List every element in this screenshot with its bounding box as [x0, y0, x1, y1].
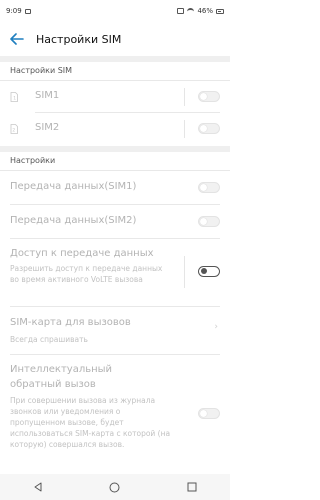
sim2-toggle[interactable] [198, 123, 220, 134]
sim-card-icon: 2 [10, 124, 18, 134]
battery-percent: 46% [197, 7, 213, 15]
navigation-bar [0, 474, 230, 500]
sim2-row[interactable]: 2 SIM2 [0, 114, 230, 144]
row-separator [184, 256, 185, 288]
sim1-toggle[interactable] [198, 91, 220, 102]
data-access-label: Доступ к передаче данных [10, 248, 154, 259]
data-sim1-row[interactable]: Передача данных(SIM1) [0, 172, 230, 204]
divider [10, 238, 220, 239]
data-access-row[interactable]: Доступ к передаче данных Разрешить досту… [0, 240, 230, 304]
wifi-icon [187, 8, 195, 14]
data-access-description: Разрешить доступ к передаче данных во вр… [10, 264, 163, 284]
row-separator [184, 120, 185, 138]
status-bar-left: 9:09 [6, 7, 31, 15]
data-sim1-label: Передача данных(SIM1) [10, 181, 137, 192]
call-sim-label: SIM-карта для вызовов [10, 317, 131, 328]
data-sim2-row[interactable]: Передача данных(SIM2) [0, 206, 230, 238]
smart-callback-row[interactable]: Интеллектуальный обратный вызов При сове… [0, 356, 230, 472]
svg-text:2: 2 [12, 128, 15, 134]
nav-home-button[interactable] [100, 474, 130, 500]
sim2-label: SIM2 [35, 122, 60, 133]
data-sim2-label: Передача данных(SIM2) [10, 215, 137, 226]
recents-square-icon [187, 482, 197, 492]
call-sim-row[interactable]: SIM-карта для вызовов Всегда спрашивать … [0, 308, 230, 352]
divider [10, 204, 220, 205]
sim1-row[interactable]: 1 SIM1 [0, 82, 230, 112]
status-bar: 9:09 46% [0, 0, 230, 22]
smart-callback-description: При совершении вызова из журнала звонков… [10, 396, 171, 449]
battery-icon [216, 8, 224, 14]
page-title: Настройки SIM [36, 32, 122, 46]
nav-recents-button[interactable] [177, 474, 207, 500]
data-sim2-toggle[interactable] [198, 216, 220, 227]
call-sim-value: Всегда спрашивать [10, 335, 88, 344]
nav-back-button[interactable] [23, 474, 53, 500]
home-circle-icon [109, 482, 120, 492]
divider [10, 354, 220, 355]
divider [0, 80, 230, 81]
sim-card-icon: 1 [10, 92, 18, 102]
sim1-label: SIM1 [35, 90, 60, 101]
status-time: 9:09 [6, 7, 22, 15]
data-sim1-toggle[interactable] [198, 182, 220, 193]
divider [0, 170, 230, 171]
row-separator [184, 88, 185, 106]
section-separator [0, 56, 230, 62]
gallery-icon [24, 8, 31, 14]
section-separator [0, 146, 230, 152]
status-bar-right: 46% [177, 7, 224, 15]
smart-callback-toggle[interactable] [198, 408, 220, 419]
app-bar: Настройки SIM [0, 22, 230, 56]
divider [35, 112, 220, 113]
chevron-right-icon: › [214, 322, 218, 332]
data-access-toggle[interactable] [198, 266, 220, 277]
svg-text:1: 1 [13, 96, 16, 102]
back-triangle-icon [34, 482, 42, 492]
arrow-left-icon [10, 33, 24, 45]
back-button[interactable] [0, 22, 34, 56]
vibrate-icon [177, 8, 185, 14]
smart-callback-label: Интеллектуальный обратный вызов [10, 364, 113, 390]
section-header-settings: Настройки [10, 156, 56, 165]
section-header-sim: Настройки SIM [10, 66, 73, 75]
divider [10, 306, 220, 307]
